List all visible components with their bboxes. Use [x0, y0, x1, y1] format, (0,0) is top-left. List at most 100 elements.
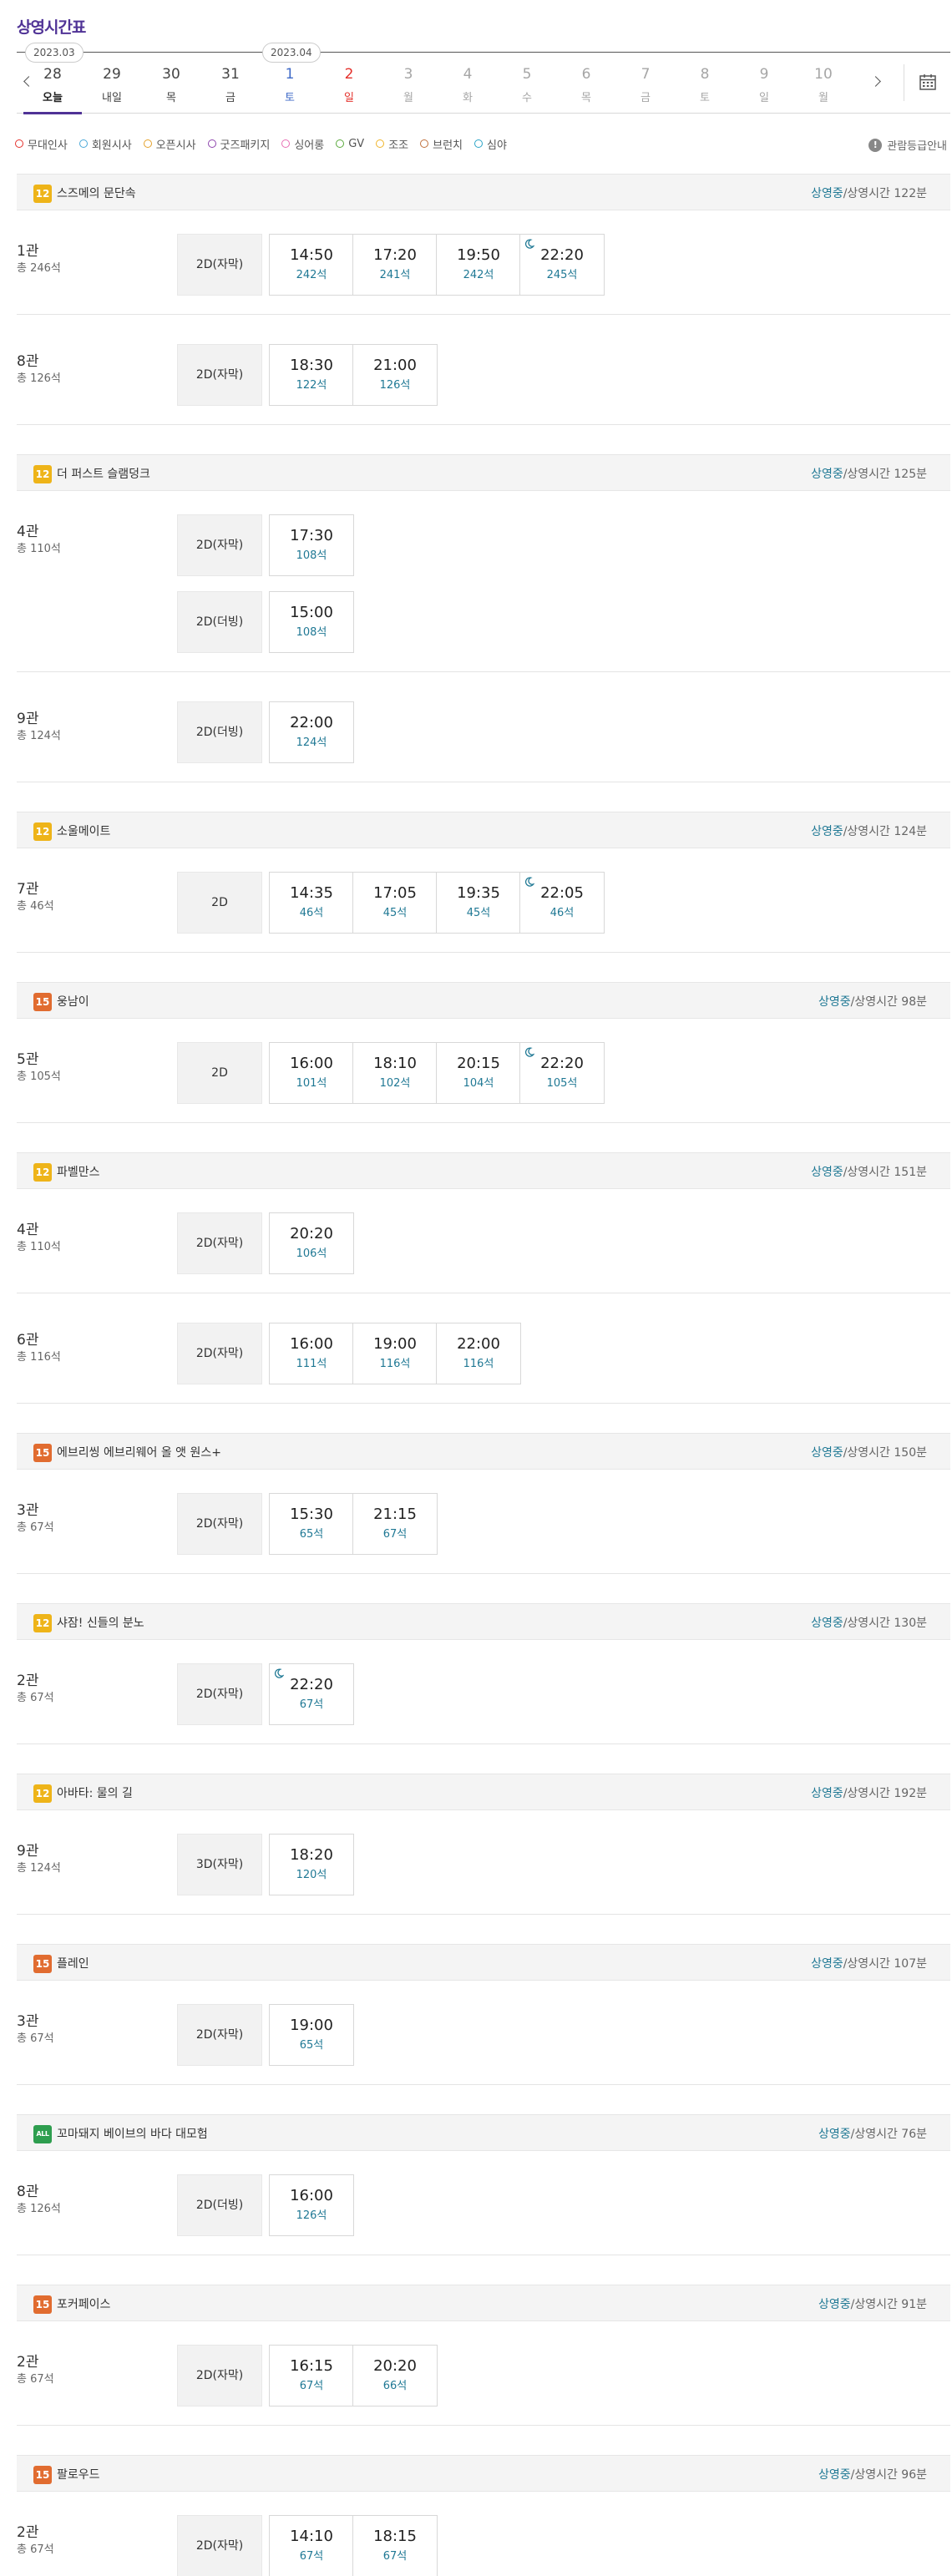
hall-seat-count: 총 105석 — [17, 1070, 61, 1083]
date-item[interactable]: 10 월 — [794, 53, 853, 114]
movie-title[interactable]: 샤잠! 신들의 분노 — [57, 1614, 144, 1631]
screen-divider — [17, 1403, 950, 1404]
movie-info: 상영중/상영시간 150분 — [811, 1444, 927, 1460]
date-number: 4 — [463, 66, 473, 83]
gv-icon — [336, 139, 345, 148]
goods-package-icon — [207, 139, 216, 148]
movie-title[interactable]: 웅남이 — [57, 993, 89, 1010]
remaining-seats: 104석 — [463, 1077, 494, 1090]
showtime-slot[interactable]: 18:15 67석 — [352, 2515, 438, 2576]
movie-title[interactable]: 꼬마돼지 베이브의 바다 대모험 — [57, 2125, 208, 2142]
showtime: 18:10 — [373, 1055, 417, 1072]
showtime-slot[interactable]: 18:30 122석 — [269, 344, 354, 406]
showtime-slot[interactable]: 15:00 108석 — [269, 591, 354, 653]
date-weekday: 일 — [344, 92, 354, 104]
date-item[interactable]: 7금 — [616, 53, 675, 114]
remaining-seats: 105석 — [546, 1077, 578, 1090]
date-item[interactable]: 4화 — [438, 53, 497, 114]
showtime-slot[interactable]: 18:10 102석 — [352, 1042, 438, 1104]
showtime-slot[interactable]: 17:05 45석 — [352, 872, 438, 934]
showtime-slot[interactable]: 18:20 120석 — [269, 1834, 354, 1895]
showtime-slot[interactable]: 21:15 67석 — [352, 1493, 438, 1555]
movie-title[interactable]: 플레인 — [57, 1955, 89, 1971]
movie-runtime: 상영시간 76분 — [854, 2128, 927, 2141]
date-item[interactable]: 5수 — [498, 53, 556, 114]
movie-info: 상영중/상영시간 151분 — [811, 1163, 927, 1180]
next-date-arrow-icon[interactable] — [870, 71, 887, 93]
showtime-slot[interactable]: 15:30 65석 — [269, 1493, 354, 1555]
showtime-slot[interactable]: 16:15 67석 — [269, 2345, 354, 2406]
date-weekday: 금 — [225, 92, 235, 104]
date-item[interactable]: 3월 — [379, 53, 438, 114]
hall-name: 7관 — [17, 881, 39, 898]
movie-header: 12 스즈메의 문단속 상영중/상영시간 122분 — [17, 174, 950, 210]
showtime-slot[interactable]: 22:05 46석 — [519, 872, 605, 934]
showtime-slot[interactable]: 14:10 67석 — [269, 2515, 354, 2576]
movie-title[interactable]: 더 퍼스트 슬램덩크 — [57, 465, 150, 482]
date-item[interactable]: 29 내일 — [83, 53, 141, 114]
hall-seat-count: 총 126석 — [17, 2203, 61, 2215]
calendar-icon[interactable] — [919, 73, 937, 91]
showtime-slot[interactable]: 16:00 126석 — [269, 2174, 354, 2236]
age-rating-badge: 15 — [33, 1444, 52, 1462]
screening-format: 2D(더빙) — [177, 591, 262, 653]
showtime-slot[interactable]: 19:00 116석 — [352, 1323, 438, 1384]
screen-divider — [17, 2084, 950, 2085]
date-item[interactable]: 2일 — [320, 53, 378, 114]
showtime-slot[interactable]: 19:00 65석 — [269, 2004, 354, 2066]
movie-title[interactable]: 에브리씽 에브리웨어 올 앳 원스+ — [57, 1444, 221, 1460]
showtime-slot[interactable]: 14:35 46석 — [269, 872, 354, 934]
showtime: 19:00 — [290, 2017, 333, 2034]
showtime-slot[interactable]: 14:50 242석 — [269, 234, 354, 296]
member-preview-icon — [78, 139, 88, 148]
date-weekday: 내일 — [102, 92, 122, 104]
showtime: 15:00 — [290, 604, 333, 621]
age-rating-badge: 12 — [33, 1163, 52, 1182]
remaining-seats: 241석 — [379, 269, 411, 281]
showtime-slot[interactable]: 20:20 66석 — [352, 2345, 438, 2406]
remaining-seats: 126석 — [296, 2209, 327, 2222]
showtime-slot[interactable]: 22:00 116석 — [436, 1323, 521, 1384]
movie-runtime: 상영시간 192분 — [847, 1787, 927, 1800]
late-night-moon-icon — [524, 1047, 534, 1057]
showtime-slot[interactable]: 16:00 111석 — [269, 1323, 354, 1384]
showtime: 19:50 — [457, 246, 500, 264]
hall-seat-count: 총 124석 — [17, 1862, 61, 1875]
showtime-slot[interactable]: 20:15 104석 — [436, 1042, 521, 1104]
showtime-slot[interactable]: 16:00 101석 — [269, 1042, 354, 1104]
showtime-slot[interactable]: 19:35 45석 — [436, 872, 521, 934]
showtime: 18:30 — [290, 357, 333, 374]
showtime: 14:10 — [290, 2528, 333, 2545]
date-weekday: 오늘 — [43, 92, 63, 104]
hall-name: 4관 — [17, 524, 39, 540]
date-item[interactable]: 30 목 — [142, 53, 200, 114]
showtime-slot[interactable]: 22:20 105석 — [519, 1042, 605, 1104]
movie-title[interactable]: 스즈메의 문단속 — [57, 185, 136, 201]
showtime-slot[interactable]: 21:00 126석 — [352, 344, 438, 406]
showtime: 22:20 — [540, 1055, 584, 1072]
remaining-seats: 65석 — [299, 1528, 324, 1541]
showtime-slot[interactable]: 17:20 241석 — [352, 234, 438, 296]
showtime-slot[interactable]: 17:30 108석 — [269, 514, 354, 576]
date-item[interactable]: 31 금 — [201, 53, 260, 114]
hall-name: 2관 — [17, 1673, 39, 1689]
showtime-slot[interactable]: 22:00 124석 — [269, 701, 354, 763]
movie-title[interactable]: 파벨만스 — [57, 1163, 100, 1180]
movie-title[interactable]: 팔로우드 — [57, 2466, 100, 2482]
screening-format: 2D(자막) — [177, 2515, 262, 2576]
movie-title[interactable]: 포커페이스 — [57, 2295, 110, 2312]
showtime-slot[interactable]: 22:20 67석 — [269, 1663, 354, 1725]
showtime-slot[interactable]: 22:20 245석 — [519, 234, 605, 296]
date-item[interactable]: 8토 — [676, 53, 734, 114]
date-item[interactable]: 9일 — [735, 53, 793, 114]
showtime: 16:00 — [290, 1335, 333, 1353]
rating-guide-link[interactable]: ! 관람등급안내 — [868, 137, 947, 153]
showtime-slot[interactable]: 19:50 242석 — [436, 234, 521, 296]
movie-title[interactable]: 소울메이트 — [57, 822, 110, 839]
date-weekday: 목 — [166, 92, 176, 104]
date-item[interactable]: 6목 — [557, 53, 615, 114]
showtime-slot[interactable]: 20:20 106석 — [269, 1212, 354, 1274]
showtime: 22:00 — [457, 1335, 500, 1353]
movie-title[interactable]: 아바타: 물의 길 — [57, 1784, 133, 1801]
showtime: 16:00 — [290, 1055, 333, 1072]
